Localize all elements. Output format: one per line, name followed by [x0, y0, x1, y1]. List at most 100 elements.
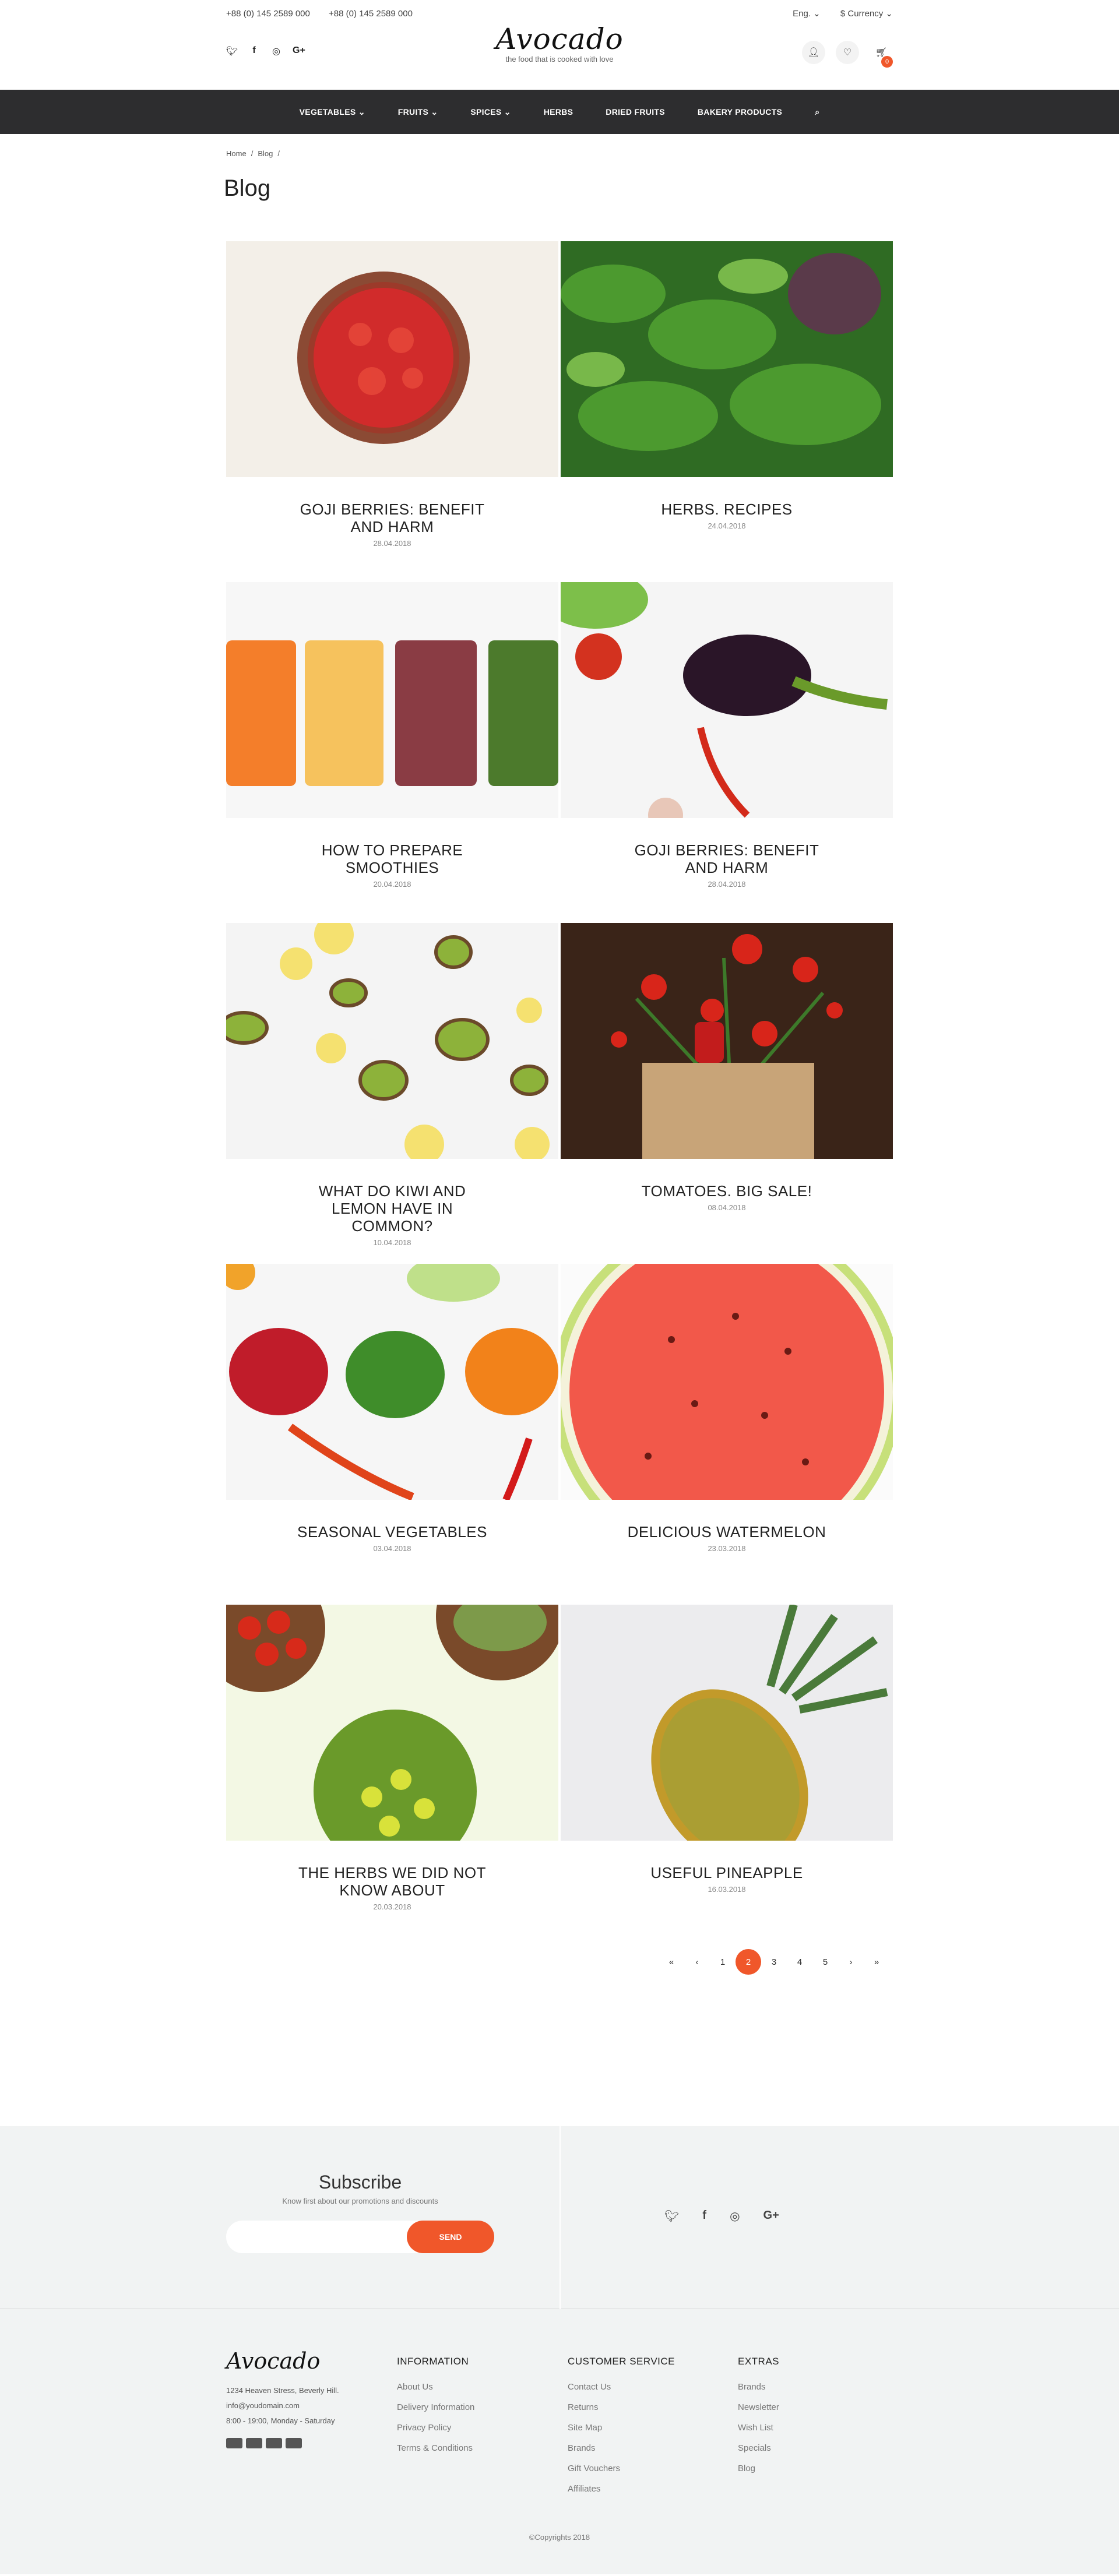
post-title[interactable]: USEFUL PINEAPPLE	[561, 1864, 893, 1881]
post-title[interactable]: THE HERBS WE DID NOT KNOW ABOUT	[226, 1864, 558, 1899]
footer-link[interactable]: Specials	[738, 2438, 779, 2458]
footer-customer-service: CUSTOMER SERVICE Contact Us Returns Site…	[568, 2356, 675, 2499]
instagram-icon[interactable]: ◎	[270, 45, 282, 57]
pagination-prev[interactable]: ‹	[684, 1949, 710, 1975]
footer-logo[interactable]: Avocado	[226, 2350, 339, 2372]
footer-link[interactable]: Brands	[568, 2438, 675, 2458]
footer-link[interactable]: Gift Vouchers	[568, 2458, 675, 2479]
pagination-page[interactable]: 1	[710, 1949, 736, 1975]
blog-card[interactable]: HOW TO PREPARE SMOOTHIES 20.04.2018	[226, 582, 558, 923]
post-title[interactable]: HERBS. RECIPES	[561, 501, 893, 518]
post-image-kiwi-lemon[interactable]	[226, 923, 558, 1159]
footer-link[interactable]: Privacy Policy	[397, 2418, 474, 2438]
user-icon[interactable]: 👤︎	[802, 41, 825, 64]
facebook-icon[interactable]: f	[248, 45, 260, 57]
page-title: Blog	[224, 175, 271, 201]
blog-card[interactable]: GOJI BERRIES: BENEFIT AND HARM 28.04.201…	[226, 241, 558, 582]
nav-dried-fruits[interactable]: DRIED FRUITS	[606, 107, 665, 117]
blog-card[interactable]: USEFUL PINEAPPLE 16.03.2018	[561, 1605, 893, 1946]
post-image-tomatoes[interactable]	[561, 923, 893, 1159]
footer-link[interactable]: Affiliates	[568, 2479, 675, 2499]
post-image-pineapple[interactable]	[561, 1605, 893, 1841]
post-image-herbs[interactable]	[561, 241, 893, 477]
post-image-watermelon[interactable]	[561, 1264, 893, 1500]
pagination-page-active[interactable]: 2	[736, 1949, 761, 1975]
amex-icon	[286, 2438, 302, 2448]
nav-bakery-products[interactable]: BAKERY PRODUCTS	[698, 107, 782, 117]
twitter-icon[interactable]: 🐦︎	[664, 2209, 679, 2223]
footer-link[interactable]: Site Map	[568, 2418, 675, 2438]
footer-link[interactable]: Contact Us	[568, 2377, 675, 2397]
footer-link[interactable]: Brands	[738, 2377, 779, 2397]
blog-card[interactable]: DELICIOUS WATERMELON 23.03.2018	[561, 1264, 893, 1605]
blog-card[interactable]: TOMATOES. BIG SALE! 08.04.2018	[561, 923, 893, 1264]
post-image-goji-berries[interactable]	[226, 241, 558, 477]
visa-icon	[226, 2438, 242, 2448]
blog-card[interactable]: GOJI BERRIES: BENEFIT AND HARM 28.04.201…	[561, 582, 893, 923]
pagination: « ‹ 1 2 3 4 5 › »	[226, 1949, 889, 1975]
post-title[interactable]: TOMATOES. BIG SALE!	[561, 1182, 893, 1200]
language-select[interactable]: Eng. ⌄	[793, 9, 821, 19]
search-icon[interactable]: ⌕	[815, 107, 819, 117]
post-date: 28.04.2018	[373, 539, 411, 548]
main-nav: VEGETABLES ⌄ FRUITS ⌄ SPICES ⌄ HERBS DRI…	[0, 90, 1119, 134]
post-title[interactable]: GOJI BERRIES: BENEFIT AND HARM	[226, 501, 558, 535]
footer-link[interactable]: Terms & Conditions	[397, 2438, 474, 2458]
post-title[interactable]: WHAT DO KIWI AND LEMON HAVE IN COMMON?	[226, 1182, 558, 1235]
post-image-herbs-bowls[interactable]	[226, 1605, 558, 1841]
post-title[interactable]: GOJI BERRIES: BENEFIT AND HARM	[561, 841, 893, 876]
post-title[interactable]: DELICIOUS WATERMELON	[561, 1523, 893, 1541]
blog-card[interactable]: THE HERBS WE DID NOT KNOW ABOUT 20.03.20…	[226, 1605, 558, 1946]
post-date: 20.03.2018	[373, 1902, 411, 1911]
cart-icon[interactable]: 🛒︎ 0	[870, 41, 893, 68]
footer-link[interactable]: Delivery Information	[397, 2397, 474, 2418]
blog-card[interactable]: SEASONAL VEGETABLES 03.04.2018	[226, 1264, 558, 1605]
breadcrumb-home[interactable]: Home	[226, 149, 247, 158]
facebook-icon[interactable]: f	[702, 2209, 706, 2223]
currency-select[interactable]: $ Currency ⌄	[840, 9, 893, 19]
post-image-smoothies[interactable]	[226, 582, 558, 818]
google-plus-icon[interactable]: G+	[293, 45, 305, 57]
nav-vegetables[interactable]: VEGETABLES ⌄	[300, 107, 365, 117]
blog-card[interactable]: HERBS. RECIPES 24.04.2018	[561, 241, 893, 582]
pagination-page[interactable]: 5	[812, 1949, 838, 1975]
pagination-next[interactable]: ›	[838, 1949, 864, 1975]
footer-link[interactable]: About Us	[397, 2377, 474, 2397]
footer-email[interactable]: info@youdomain.com	[226, 2398, 339, 2413]
footer-link[interactable]: Returns	[568, 2397, 675, 2418]
site-logo[interactable]: Avocado the food that is cooked with lov…	[495, 22, 623, 64]
nav-fruits[interactable]: FRUITS ⌄	[398, 107, 438, 117]
breadcrumb-blog[interactable]: Blog	[258, 149, 273, 158]
footer-link[interactable]: Newsletter	[738, 2397, 779, 2418]
heart-icon[interactable]: ♡	[836, 41, 859, 64]
copyright: ©Copyrights 2018	[529, 2533, 590, 2542]
nav-spices[interactable]: SPICES ⌄	[470, 107, 511, 117]
footer-link[interactable]: Wish List	[738, 2418, 779, 2438]
nav-herbs[interactable]: HERBS	[544, 107, 573, 117]
post-image-vegetables-eggplant[interactable]	[561, 582, 893, 818]
logo-tagline: the food that is cooked with love	[505, 55, 614, 64]
pagination-page[interactable]: 3	[761, 1949, 787, 1975]
subscribe-section: Subscribe Know first about our promotion…	[0, 2126, 1119, 2309]
phone-2[interactable]: +88 (0) 145 2589 000	[329, 9, 413, 19]
header: 🐦︎ f ◎ G+ Avocado the food that is cooke…	[226, 22, 893, 90]
google-plus-icon[interactable]: G+	[763, 2209, 779, 2223]
instagram-icon[interactable]: ◎	[730, 2209, 740, 2223]
post-title[interactable]: SEASONAL VEGETABLES	[226, 1523, 558, 1541]
footer-social: 🐦︎ f ◎ G+	[664, 2209, 779, 2223]
post-image-peppers[interactable]	[226, 1264, 558, 1500]
header-social: 🐦︎ f ◎ G+	[226, 45, 305, 57]
post-date: 10.04.2018	[373, 1238, 411, 1247]
post-date: 28.04.2018	[708, 880, 746, 889]
blog-card[interactable]: WHAT DO KIWI AND LEMON HAVE IN COMMON? 1…	[226, 923, 558, 1264]
footer-heading: EXTRAS	[738, 2356, 780, 2367]
twitter-icon[interactable]: 🐦︎	[226, 45, 238, 57]
post-title[interactable]: HOW TO PREPARE SMOOTHIES	[226, 841, 558, 876]
post-date: 08.04.2018	[708, 1203, 746, 1212]
pagination-page[interactable]: 4	[787, 1949, 812, 1975]
footer-link[interactable]: Blog	[738, 2458, 779, 2479]
phone-1[interactable]: +88 (0) 145 2589 000	[226, 9, 310, 19]
pagination-first[interactable]: «	[659, 1949, 684, 1975]
pagination-last[interactable]: »	[864, 1949, 889, 1975]
send-button[interactable]: SEND	[407, 2221, 494, 2253]
